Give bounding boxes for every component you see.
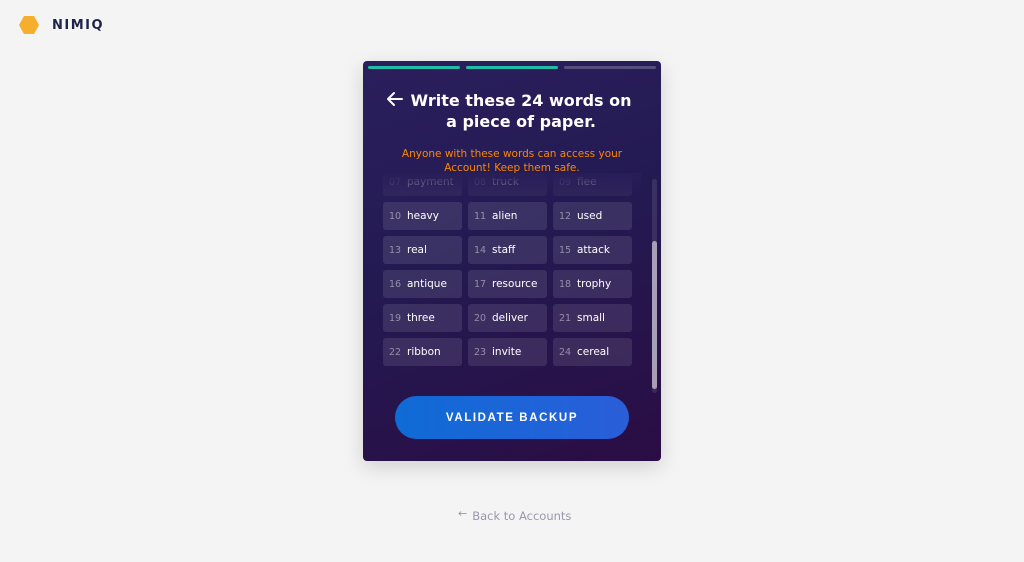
brand-name: NIMIQ [52, 17, 105, 33]
word-text: alien [492, 210, 518, 222]
word-item: 20 deliver [468, 304, 547, 332]
word-number: 07 [389, 176, 402, 188]
title-line-1: Write these 24 words on [410, 91, 632, 110]
word-text: trophy [577, 278, 612, 290]
word-item: 11 alien [468, 202, 547, 230]
back-to-accounts-label: Back to Accounts [472, 509, 572, 523]
word-text: staff [492, 244, 516, 256]
word-text: heavy [407, 210, 439, 222]
validate-backup-button[interactable]: VALIDATE BACKUP [395, 396, 629, 439]
word-text: truck [492, 176, 519, 188]
word-grid: 07 payment 08 truck 09 flee 10 heavy 11 alien 12 us… [383, 173, 632, 366]
back-arrow-small-icon: ← [458, 506, 468, 520]
word-item: 16 antique [383, 270, 462, 298]
word-text: used [577, 210, 603, 222]
word-number: 08 [474, 176, 487, 188]
word-number: 19 [389, 312, 402, 324]
page-title: Write these 24 words on a piece of paper… [401, 90, 641, 132]
word-text: antique [407, 278, 447, 290]
word-text: invite [492, 346, 522, 358]
word-list-scrollbar[interactable] [652, 179, 657, 393]
word-number: 23 [474, 346, 487, 358]
progress-step-3 [564, 66, 656, 69]
word-number: 11 [474, 210, 487, 222]
progress-bar [368, 66, 656, 69]
word-number: 18 [559, 278, 572, 290]
word-item: 07 payment [383, 173, 462, 196]
word-text: deliver [492, 312, 528, 324]
word-item: 15 attack [553, 236, 632, 264]
progress-step-1 [368, 66, 460, 69]
title-line-2: a piece of paper. [446, 112, 596, 131]
back-to-accounts-link[interactable]: ← Back to Accounts [458, 506, 572, 524]
word-item: 22 ribbon [383, 338, 462, 366]
word-number: 24 [559, 346, 572, 358]
word-text: payment [407, 176, 454, 188]
word-text: resource [492, 278, 538, 290]
word-text: real [407, 244, 427, 256]
word-number: 17 [474, 278, 487, 290]
word-item: 23 invite [468, 338, 547, 366]
word-text: small [577, 312, 605, 324]
word-number: 22 [389, 346, 402, 358]
word-number: 15 [559, 244, 572, 256]
word-number: 13 [389, 244, 402, 256]
word-number: 14 [474, 244, 487, 256]
word-item: 14 staff [468, 236, 547, 264]
word-text: attack [577, 244, 610, 256]
app-header: NIMIQ [18, 14, 104, 36]
scrollbar-thumb[interactable] [652, 241, 657, 389]
word-item: 08 truck [468, 173, 547, 196]
warning-line-1: Anyone with these words can access your [401, 148, 623, 160]
word-number: 21 [559, 312, 572, 324]
word-number: 12 [559, 210, 572, 222]
word-number: 16 [389, 278, 402, 290]
word-item: 21 small [553, 304, 632, 332]
word-number: 10 [389, 210, 402, 222]
word-item: 18 trophy [553, 270, 632, 298]
word-text: cereal [577, 346, 610, 358]
progress-step-2 [466, 66, 558, 69]
word-item: 09 flee [553, 173, 632, 196]
word-item: 10 heavy [383, 202, 462, 230]
word-number: 20 [474, 312, 487, 324]
word-item: 13 real [383, 236, 462, 264]
word-text: ribbon [407, 346, 441, 358]
word-item: 19 three [383, 304, 462, 332]
word-item: 24 cereal [553, 338, 632, 366]
word-number: 09 [559, 176, 572, 188]
word-item: 12 used [553, 202, 632, 230]
security-warning: Anyone with these words can access your … [387, 147, 637, 175]
word-text: flee [577, 176, 597, 188]
word-text: three [407, 312, 435, 324]
word-item: 17 resource [468, 270, 547, 298]
word-list-scroll-area[interactable]: 07 payment 08 truck 09 flee 10 heavy 11 alien 12 us… [381, 173, 659, 397]
backup-card: Write these 24 words on a piece of paper… [363, 61, 661, 461]
nimiq-logo-icon [19, 16, 39, 34]
